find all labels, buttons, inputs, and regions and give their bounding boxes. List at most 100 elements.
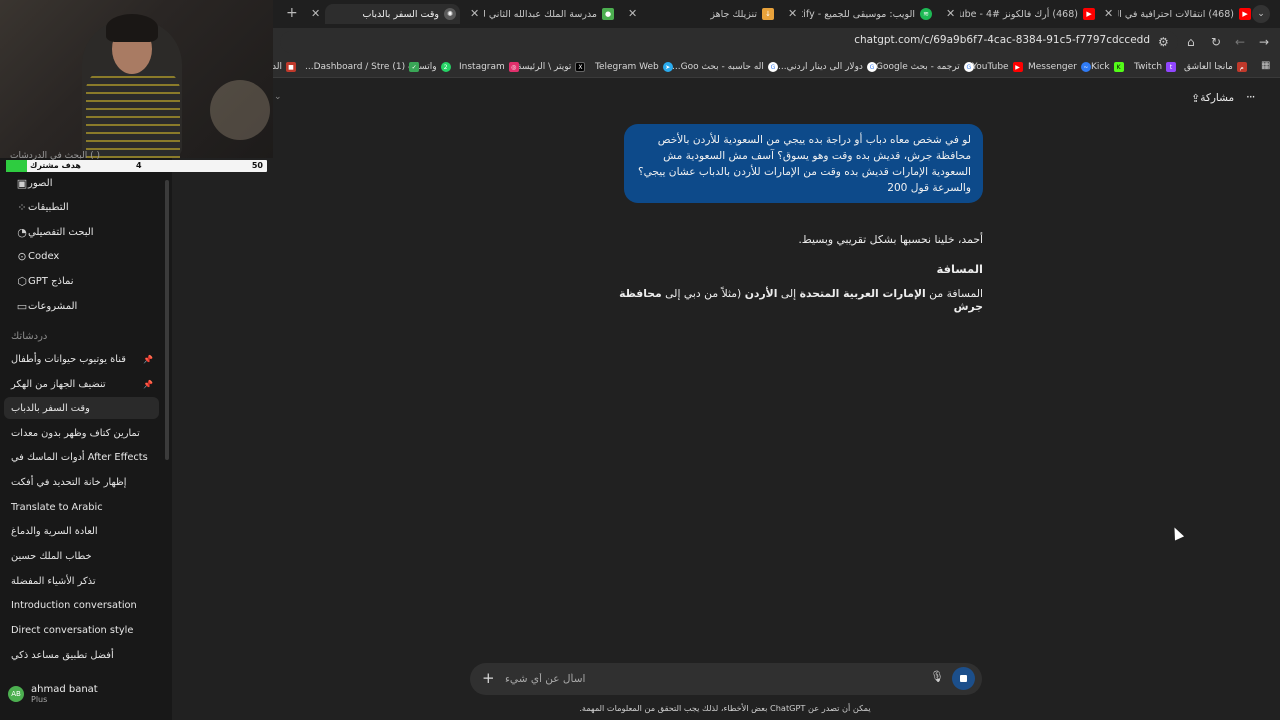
sidebar-scrollbar[interactable] [165,180,169,460]
sidebar-item-images[interactable]: الصور ▣ [10,174,53,192]
bookmark-instagram[interactable]: ◎ Instagram [459,60,519,74]
bookmark-translate[interactable]: G ترجمه - بحث Google [876,60,974,74]
bookmark-currency[interactable]: G دولار الى دينار اردني... [778,60,877,74]
chat-item[interactable]: خطاب الملك حسين [4,545,159,567]
tab-title: الويب: موسيقى للجميع - Spotify [802,8,915,20]
bold-term: الأردن [744,287,778,300]
chat-item[interactable]: إظهار خانة التحديد في أفكت [4,471,159,493]
reload-icon[interactable]: ↻ [1211,35,1221,49]
chat-item[interactable]: تمارين كتاف وظهر بدون معدات [4,422,159,444]
chat-item[interactable]: العادة السرية والدماغ [4,520,159,542]
chat-item[interactable]: أفضل تطبيق مساعد ذكي [4,644,159,666]
pin-icon: 📌 [143,354,153,364]
assistant-paragraph: المسافة من الإمارات العربية المتحدة إلى … [619,287,983,313]
back-icon[interactable]: → [1259,35,1269,49]
bookmark-youtube[interactable]: ▶ YouTube [972,60,1023,74]
avatar: AB [8,686,24,702]
bold-term: الإمارات العربية المتحدة [799,287,926,300]
stream-goal-fill [6,160,27,172]
close-icon[interactable]: ✕ [788,7,797,20]
microphone-icon[interactable]: 🎙 [930,670,944,683]
instagram-icon: ◎ [508,62,519,72]
sidebar-item-deep-research[interactable]: البحث التفصيلي ◔ [10,223,93,241]
sidebar-item-projects[interactable]: المشروعات ▭ [10,297,78,315]
tab-youtube-transitions[interactable]: ▶ (468) انتقالات احترافية في المونتاج [1118,4,1251,24]
youtube-icon: ▶ [1012,62,1023,72]
chat-item[interactable]: Direct conversation style [4,619,159,641]
share-icon: ⇪ [1191,91,1201,105]
bookmark-telegram[interactable]: ➤ Telegram Web [595,60,673,74]
close-icon[interactable]: ✕ [1104,7,1113,20]
tab-search-icon[interactable]: ⌄ [1252,5,1270,23]
stop-generating-button[interactable] [952,667,975,690]
share-button[interactable]: مشاركة ⇪ [1186,90,1234,106]
bookmark-messenger[interactable]: ~ Messenger [1028,60,1091,74]
user-account[interactable]: AB ahmad banat Plus [8,684,98,704]
user-plan: Plus [31,695,48,704]
user-message-bubble: لو في شخص معاه دباب أو دراجة بده ييجي من… [624,124,983,203]
close-icon[interactable]: ✕ [628,7,637,20]
stream-goal-bar: هدف مشترك 4 50 [6,160,267,172]
prompt-input[interactable] [505,671,905,687]
new-tab-button[interactable]: + [286,5,298,21]
apps-icon: ⁘ [17,200,27,214]
deep-research-icon: ◔ [17,225,27,239]
chat-item[interactable]: قناة يوتيوب حيوانات وأطفال 📌 [4,348,159,370]
apps-grid-icon[interactable]: ▦ [1261,60,1270,71]
telegram-icon: ➤ [662,62,673,72]
x-icon: X [575,62,586,72]
forward-icon[interactable]: ← [1235,35,1245,49]
stream-goal-max: 50 [251,161,263,170]
sidebar-item-apps[interactable]: التطبيقات ⁘ [10,198,68,216]
home-icon[interactable]: ⌂ [1187,35,1195,49]
bookmark-twitter[interactable]: X تويتر \ الرئيسة [517,60,586,74]
sidebar-item-codex[interactable]: Codex ⊙ [10,247,59,265]
tab-chatgpt-active[interactable]: ✺ وقت السفر بالدباب [325,4,460,24]
chat-item[interactable]: تذكر الأشياء المفضلة [4,570,159,592]
chat-item-active[interactable]: وقت السفر بالدباب [4,397,159,419]
manga-icon: م [1236,62,1247,72]
tab-king-abdullah-school[interactable]: ● مدرسة الملك عبدالله الثاني للتميز [484,4,614,24]
bookmark-overflow[interactable]: ■ الد [272,60,296,74]
image-icon: ▣ [16,176,28,190]
spotify-icon: ≋ [920,8,932,20]
bookmark-twitch[interactable]: t Twitch [1134,60,1177,74]
bookmark-manga[interactable]: م مانجا العاشق [1184,60,1247,74]
disclaimer: يمكن أن تصدر عن ChatGPT بعض الأخطاء، لذل… [579,703,871,713]
webcam-overlay [0,0,273,158]
chat-item[interactable]: Introduction conversation [4,594,159,616]
tab-title: (468) انتقالات احترافية في المونتاج [1118,8,1234,20]
attach-plus-button[interactable]: + [482,669,495,687]
google-icon: G [963,62,974,72]
bookmark-calculator[interactable]: G اله حاسبه - بحث Goo... [672,60,778,74]
user-name: ahmad banat [31,684,98,695]
bookmark-dashboard[interactable]: ✓ (1) Dashboard / Stre... [305,60,420,74]
codex-icon: ⊙ [17,249,27,263]
tab-download-ready[interactable]: ↓ تنزيلك جاهز [642,4,774,24]
download-icon: ↓ [762,8,774,20]
url-text[interactable]: chatgpt.com/c/69a9b6f7-4cac-8384-91c5-f7… [854,34,1150,46]
close-icon[interactable]: ✕ [470,7,479,20]
chevron-down-icon[interactable]: ⌄ [274,92,282,102]
tab-title: (468) أرك فالكونز #4 - YouTube [960,8,1078,20]
bookmark-kick[interactable]: K Kick [1091,60,1124,74]
tab-spotify[interactable]: ≋ الويب: موسيقى للجميع - Spotify [802,4,932,24]
close-icon[interactable]: ✕ [311,7,320,20]
webcam-lamp-glow [210,80,270,140]
kick-icon: K [1113,62,1124,72]
maps-pin-icon: ● [602,8,614,20]
stream-goal-current: 4 [136,161,142,170]
more-options-button[interactable]: ··· [1246,90,1256,104]
assistant-heading: المسافة [936,262,984,276]
chat-item[interactable]: أدوات الماسك في After Effects [4,446,159,468]
youtube-icon: ▶ [1083,8,1095,20]
site-settings-icon[interactable]: ⚙ [1158,35,1169,49]
close-icon[interactable]: ✕ [946,7,955,20]
tab-youtube-arc[interactable]: ▶ (468) أرك فالكونز #4 - YouTube [960,4,1095,24]
folder-icon: ▭ [16,299,28,313]
sidebar-item-gpts[interactable]: نماذج GPT ⬡ [10,272,73,290]
chat-item[interactable]: Translate to Arabic [4,496,159,518]
mouse-cursor [1169,525,1185,541]
dashboard-icon: ✓ [409,62,420,72]
chat-item[interactable]: تنضيف الجهاز من الهكر 📌 [4,373,159,395]
